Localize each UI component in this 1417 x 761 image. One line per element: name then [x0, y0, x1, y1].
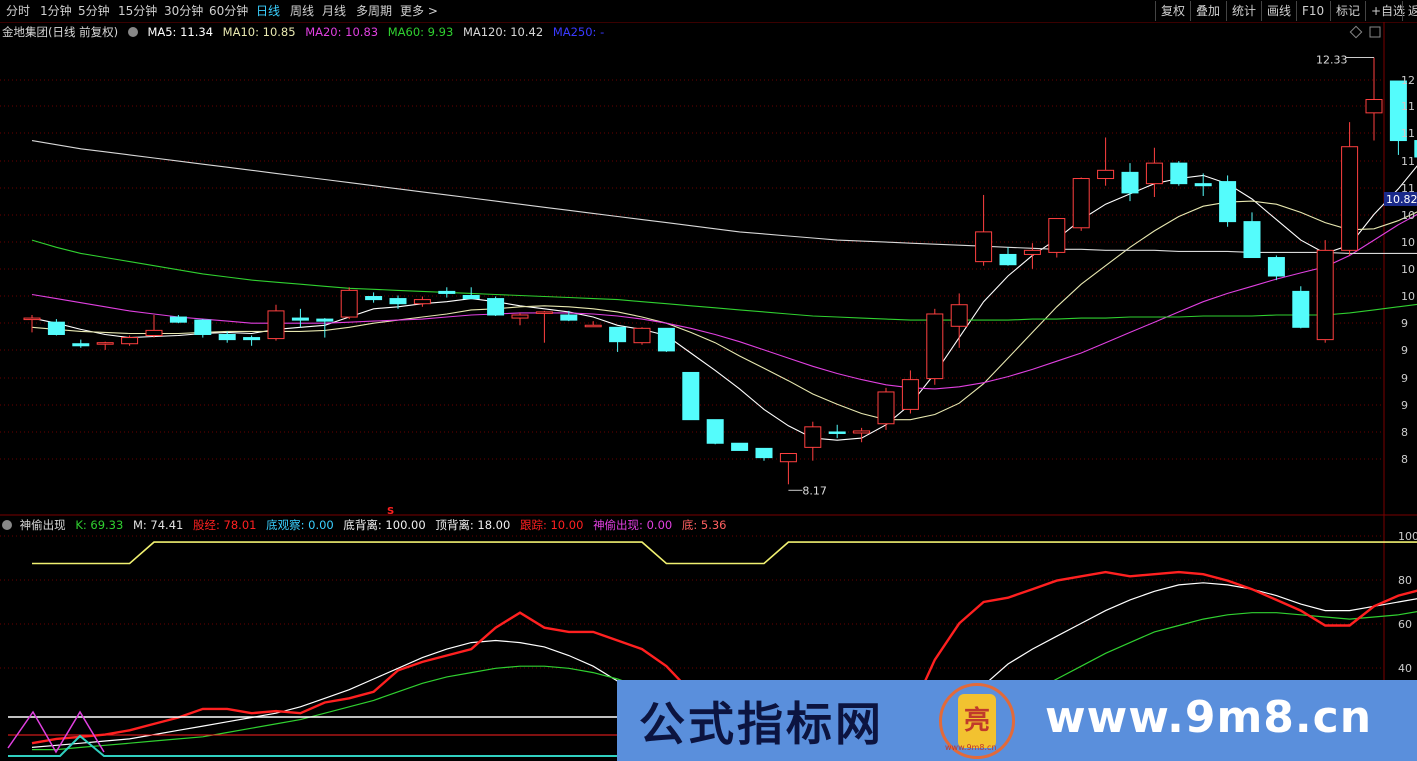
candle-body [901, 379, 919, 410]
candle-body [1341, 146, 1359, 251]
candle-body [633, 327, 651, 344]
tracking-triangles [7, 710, 105, 754]
candle-body [194, 319, 212, 335]
candle-body [1316, 249, 1334, 341]
candle-body [438, 290, 456, 294]
logo-char: 亮 [958, 694, 996, 748]
candle-body [828, 431, 846, 434]
candle-body [779, 453, 797, 463]
main-tick-label: 9 [1401, 399, 1408, 412]
candle-body [1267, 257, 1285, 277]
candle-body [584, 324, 602, 328]
sub-tick-label: 80 [1398, 574, 1412, 587]
candle-body [804, 426, 822, 448]
candle-body [853, 430, 871, 434]
main-tick-label: 10 [1401, 236, 1415, 249]
candle-body [1097, 169, 1115, 180]
main-tick-label: 11 [1401, 155, 1415, 168]
kline-chart[interactable]: 121111111110101010999988100806040 12.338… [0, 0, 1417, 761]
sub-tick-label: 40 [1398, 662, 1412, 675]
candle-body [755, 447, 773, 459]
candle-body [1023, 249, 1041, 255]
diamond-icon [1349, 25, 1363, 39]
candle-body [145, 329, 163, 337]
main-tick-label: 8 [1401, 453, 1408, 466]
watermark-url: www.9m8.cn [1045, 692, 1373, 743]
watermark-title: 公式指标网 [639, 697, 884, 751]
candle-body [950, 304, 968, 327]
signal-marker: S [387, 506, 394, 517]
candle-body [682, 371, 700, 421]
candle-body [1219, 181, 1237, 223]
candle-body [1243, 221, 1261, 259]
candle-body [413, 299, 431, 305]
main-tick-label: 12 [1401, 74, 1415, 87]
candle-body [243, 337, 261, 341]
candle-body [267, 310, 285, 340]
main-tick-label: 11 [1401, 100, 1415, 113]
sub-line-3 [32, 541, 1417, 565]
main-tick-label: 11 [1401, 127, 1415, 140]
watermark-banner: 公式指标网 亮 www.9m8.cn www.9m8.cn [617, 680, 1417, 761]
candle-body [340, 289, 358, 318]
candle-body [462, 294, 480, 300]
candle-body [291, 317, 309, 321]
candle-body [999, 253, 1017, 266]
ma-line-ma60 [31, 239, 1417, 321]
candle-body [1048, 218, 1066, 253]
candle-body [1292, 290, 1310, 328]
candle-body [1194, 183, 1212, 187]
candle-body [1072, 178, 1090, 229]
candle-body [511, 314, 529, 319]
main-tick-label: 10 [1401, 290, 1415, 303]
candle-body [706, 419, 724, 444]
candle-body [316, 318, 334, 322]
candle-body [560, 314, 578, 321]
main-tick-label: 9 [1401, 317, 1408, 330]
candle-body [926, 313, 944, 380]
candle-body [877, 391, 895, 425]
logo-footer: www.9m8.cn [945, 743, 997, 752]
high-label: 12.33 [1316, 53, 1348, 66]
candle-body [389, 298, 407, 305]
candle-body [535, 311, 553, 314]
candle-body [657, 327, 675, 352]
low-label: 8.17 [802, 484, 827, 497]
candle-body [169, 316, 187, 323]
candle-body [1121, 171, 1139, 194]
panel-icon [1369, 26, 1381, 38]
candle-body [365, 296, 383, 301]
main-tick-label: 10 [1401, 263, 1415, 276]
candle-body [731, 442, 749, 451]
candle-body [487, 298, 505, 316]
ma-line-ma20 [31, 213, 1417, 390]
candle-body [1170, 162, 1188, 185]
candle-body [975, 231, 993, 263]
candle-body [1145, 162, 1163, 185]
candle-body [23, 317, 41, 321]
price-tag-label: 10.82 [1386, 193, 1417, 206]
ma-line-ma10 [31, 200, 1417, 421]
main-tick-label: 8 [1401, 426, 1408, 439]
main-tick-label: 9 [1401, 372, 1408, 385]
candle-body [121, 337, 139, 345]
candle-body [72, 343, 90, 347]
main-tick-label: 10 [1401, 209, 1415, 222]
sub-tick-label: 100 [1398, 530, 1417, 543]
candle-body [47, 321, 65, 335]
candle-body [609, 326, 627, 343]
main-tick-label: 9 [1401, 344, 1408, 357]
candle-body [96, 342, 114, 345]
sub-tick-label: 60 [1398, 618, 1412, 631]
ma-line-ma120 [31, 140, 1417, 254]
candle-body [218, 333, 236, 341]
candle-body [1365, 99, 1383, 114]
